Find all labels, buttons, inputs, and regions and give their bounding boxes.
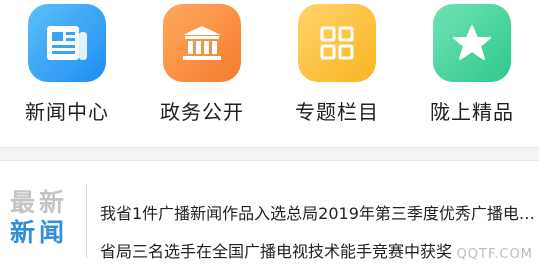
latest-news-logo: 最新 新闻 — [10, 188, 80, 248]
quick-menu-grid: 新闻中心 政务公开 专题栏目 陇上精品 — [0, 0, 539, 148]
latest-news-logo-line2: 新闻 — [10, 218, 69, 247]
menu-item-news-center[interactable]: 新闻中心 — [7, 4, 127, 144]
menu-item-government-affairs[interactable]: 政务公开 — [142, 4, 262, 144]
menu-item-label: 专题栏目 — [295, 100, 379, 124]
latest-news-logo-line1: 最新 — [10, 188, 69, 217]
star-icon — [433, 4, 511, 82]
newspaper-icon — [28, 4, 106, 82]
government-building-icon — [163, 4, 241, 82]
news-headline-1[interactable]: 我省1件广播新闻作品入选总局2019年第三季度优秀广播电视新闻作品 — [100, 200, 536, 224]
section-divider — [0, 147, 539, 161]
menu-item-label: 政务公开 — [160, 100, 244, 124]
menu-item-special-topics[interactable]: 专题栏目 — [277, 4, 397, 144]
menu-item-label: 陇上精品 — [430, 100, 514, 124]
menu-item-longshang-selections[interactable]: 陇上精品 — [412, 4, 532, 144]
grid-squares-icon — [298, 4, 376, 82]
news-separator — [86, 184, 87, 258]
site-watermark: QQTF.COM — [456, 247, 533, 262]
menu-item-label: 新闻中心 — [25, 100, 109, 124]
